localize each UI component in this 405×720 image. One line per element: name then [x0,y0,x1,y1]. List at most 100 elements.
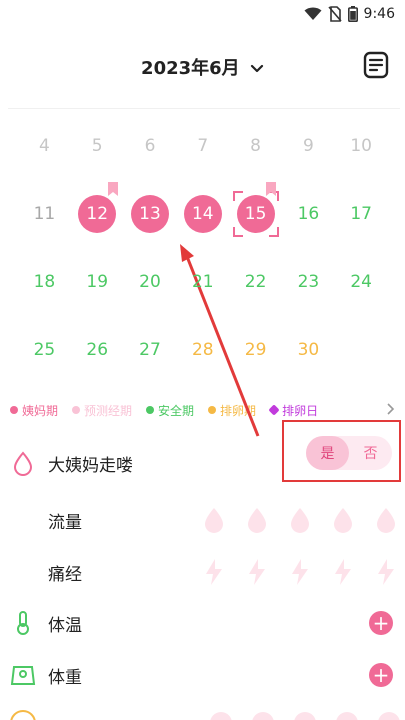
drop-icon[interactable] [245,506,269,534]
pain-label: 痛经 [48,564,82,585]
calendar-day[interactable]: 4 [18,120,71,172]
calendar-day-number: 12 [86,204,109,224]
dot-icon [10,406,18,414]
calendar-day[interactable]: 20 [124,256,177,308]
dot-icon [146,406,155,414]
add-temperature-button[interactable]: + [369,611,393,635]
calendar-day[interactable]: 16 [282,188,335,240]
legend: 姨妈期 预测经期 安全期 排卵期 排卵日 [10,400,400,420]
period-toggle[interactable]: 是 否 [306,436,392,470]
calendar-day-number: 21 [191,272,214,292]
calendar-day[interactable]: 27 [124,324,177,376]
calendar-week-row: 25 26 27 28 29 30 [18,324,388,376]
calendar-day[interactable]: 28 [176,324,229,376]
weight-label: 体重 [48,667,82,688]
no-option[interactable]: 否 [349,436,392,470]
calendar-day[interactable]: 10 [335,120,388,172]
calendar-day[interactable]: 29 [229,324,282,376]
legend-label: 排卵期 [220,403,257,418]
calendar-day[interactable]: 13 [124,188,177,240]
calendar-day[interactable]: 14 [176,188,229,240]
calendar-day[interactable]: 12 [71,182,124,240]
calendar-day-number: 22 [244,272,267,292]
calendar-day[interactable]: 17 [335,188,388,240]
period-label: 大姨妈走喽 [48,455,133,476]
calendar-day[interactable]: 15 [229,182,282,240]
calendar-day[interactable]: 18 [18,256,71,308]
calendar-day-number: 15 [244,204,267,224]
temperature-label: 体温 [48,615,82,636]
drop-icon[interactable] [374,506,398,534]
month-selector[interactable]: 2023年6月 [0,54,405,80]
calendar-day-number: 5 [91,136,103,156]
no-sim-icon [327,6,342,22]
legend-label: 预测经期 [84,403,133,418]
calendar-week-row: 18 19 20 21 22 23 24 [18,256,388,308]
calendar-day[interactable]: 24 [335,256,388,308]
lightning-icon[interactable] [202,558,226,586]
legend-item: 姨妈期 [10,402,58,419]
calendar-day[interactable]: 6 [124,120,177,172]
calendar-day-number: 9 [302,136,314,156]
highlight-box: 是 否 [282,420,401,482]
drop-icon[interactable] [202,506,226,534]
legend-item: 排卵日 [268,402,318,419]
notes-icon[interactable] [361,50,391,80]
calendar-day[interactable]: 22 [229,256,282,308]
calendar-day[interactable]: 25 [18,324,71,376]
yes-option[interactable]: 是 [306,436,349,470]
calendar-day-number: 6 [144,136,156,156]
period-row: 大姨妈走喽 是 否 [0,420,405,488]
partial-row [10,710,36,720]
calendar-week-row: 4 5 6 7 8 9 10 [18,120,388,172]
bookmark-icon [107,182,118,196]
lightning-icon[interactable] [288,558,312,586]
calendar-day[interactable]: 30 [282,324,335,376]
weight-row[interactable]: 体重 + [0,650,405,700]
calendar-day-number: 26 [86,340,109,360]
calendar-day-number: 20 [139,272,161,292]
drop-icon[interactable] [288,506,312,534]
calendar-day-number: 16 [297,204,320,224]
calendar-day[interactable]: 11 [18,188,71,240]
legend-item: 安全期 [146,402,194,419]
calendar-day[interactable]: 7 [176,120,229,172]
wifi-icon [304,7,322,20]
calendar-day-number: 8 [250,136,261,156]
legend-item: 排卵期 [208,402,256,419]
calendar-day-number: 13 [139,204,161,224]
partial-row-right [210,712,400,720]
add-weight-button[interactable]: + [369,663,393,687]
month-label: 2023年6月 [141,58,240,79]
calendar-day[interactable]: 8 [229,120,282,172]
thermometer-icon [17,611,29,635]
scale-icon [10,666,36,685]
calendar-day [335,324,388,376]
calendar-day-number: 17 [350,204,372,224]
calendar-day[interactable]: 19 [71,256,124,308]
chevron-right-icon[interactable] [386,402,396,416]
calendar-day-number: 30 [297,340,320,360]
lightning-icon[interactable] [374,558,398,586]
dot-icon [72,406,81,414]
calendar-day[interactable]: 21 [176,256,229,308]
lightning-icon[interactable] [331,558,355,586]
lightning-icon[interactable] [245,558,269,586]
calendar-day-number: 4 [38,136,50,156]
calendar-day[interactable]: 5 [71,120,124,172]
calendar-day[interactable]: 23 [282,256,335,308]
drop-icon [13,451,33,476]
calendar-day[interactable]: 26 [71,324,124,376]
legend-label: 安全期 [158,403,195,418]
calendar-day-number: 25 [33,340,56,360]
header: 2023年6月 [0,50,405,84]
battery-icon [347,6,358,22]
calendar-day-number: 28 [191,340,214,360]
flow-levels[interactable] [202,506,398,534]
pain-levels[interactable] [202,558,398,586]
calendar-day-number: 23 [297,272,320,292]
temperature-row[interactable]: 体温 + [0,598,405,648]
calendar-day[interactable]: 9 [282,120,335,172]
calendar-week-row: 11 12 13 14 15 16 17 [18,182,388,240]
drop-icon[interactable] [331,506,355,534]
